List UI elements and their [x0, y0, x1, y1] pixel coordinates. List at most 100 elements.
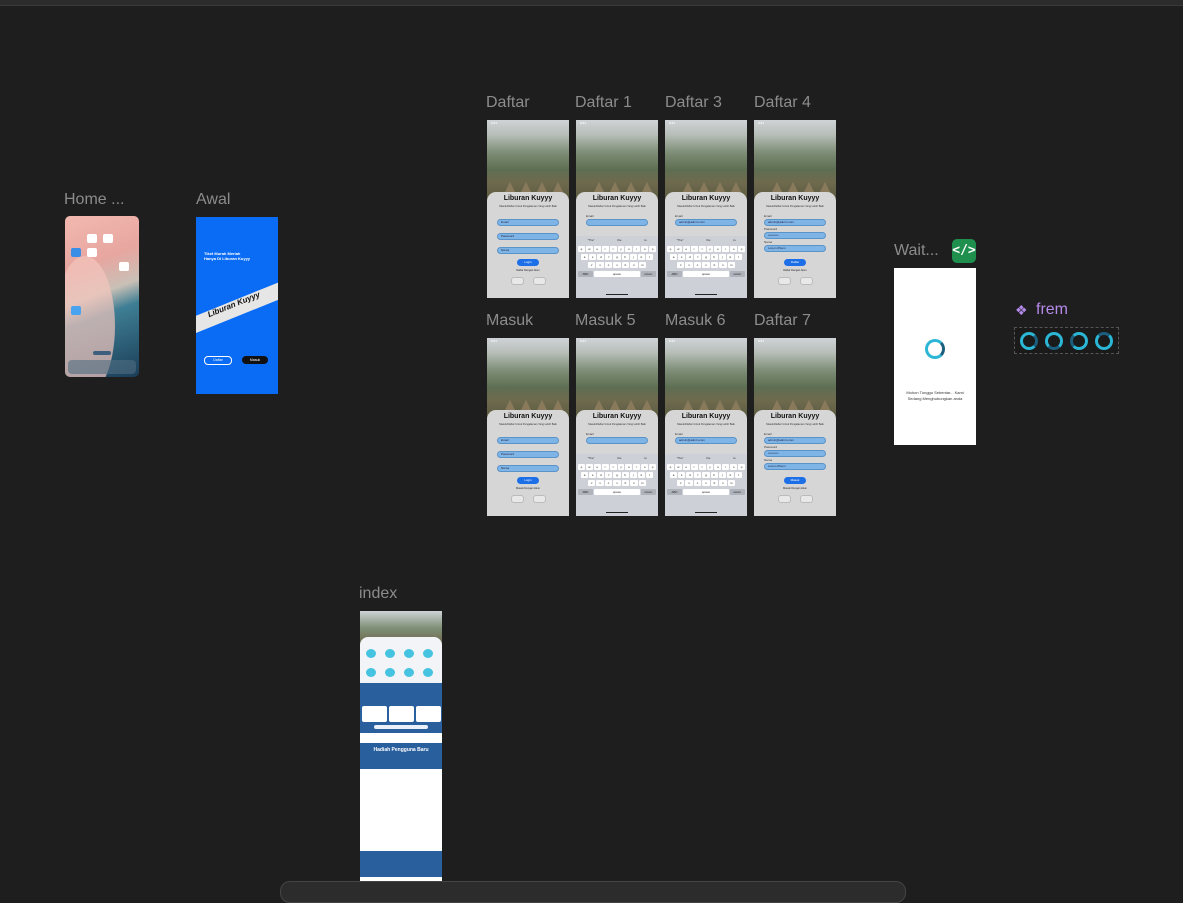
keyboard[interactable]: "The" the to qwertyuiop asdfghjkl zxcvbnm …	[576, 236, 658, 298]
frame-masuk-5[interactable]: 9:41 Liburan Kuyyy Masuk/Daftar Untuk Pe…	[576, 338, 658, 516]
app-icon[interactable]	[87, 262, 97, 271]
keyboard-row-2[interactable]: asdfghjkl	[581, 254, 653, 260]
search-pill[interactable]	[93, 351, 111, 355]
frame-label-daftar[interactable]: Daftar	[486, 94, 530, 112]
frame-daftar-1[interactable]: 9:41 Liburan Kuyyy Masuk/Daftar Untuk Pe…	[576, 120, 658, 298]
keyboard-row-2[interactable]: asdfghjkl	[581, 472, 653, 478]
keyboard-row-1[interactable]: qwertyuiop	[578, 246, 657, 252]
frame-masuk[interactable]: 9:41 Liburan Kuyyy Masuk/Daftar Untuk Pe…	[487, 338, 569, 516]
email-field[interactable]: admin@admin.com	[764, 219, 826, 226]
app-icon[interactable]	[87, 248, 97, 257]
name-field[interactable]: Nama	[497, 465, 559, 472]
email-field[interactable]: Email	[497, 437, 559, 444]
frame-masuk-6[interactable]: 9:41 Liburan Kuyyy Masuk/Daftar Untuk Pe…	[665, 338, 747, 516]
login-button[interactable]: Login	[517, 477, 539, 484]
keyboard-row-4[interactable]: ABC space return	[578, 271, 656, 277]
app-icon[interactable]	[71, 234, 81, 243]
name-field[interactable]: Lorem iPsum	[764, 463, 826, 470]
facebook-button[interactable]	[533, 495, 546, 503]
keyboard-row-1[interactable]: qwertyuiop	[578, 464, 657, 470]
name-field[interactable]: Nama	[497, 247, 559, 254]
category-icon[interactable]	[366, 649, 376, 658]
email-field[interactable]: Email	[497, 219, 559, 226]
keyboard-row-3[interactable]: zxcvbnm	[677, 262, 735, 268]
facebook-button[interactable]	[800, 495, 813, 503]
email-field[interactable]	[586, 437, 648, 444]
keyboard-row-2[interactable]: asdfghjkl	[670, 472, 742, 478]
code-brackets-icon[interactable]: </>	[952, 239, 976, 263]
keyboard-suggestions[interactable]: "The" the to	[576, 238, 658, 242]
frame-daftar-7[interactable]: 9:41 Liburan Kuyyy Masuk/Daftar Untuk Pe…	[754, 338, 836, 516]
bottom-toolbar[interactable]	[280, 881, 906, 903]
daftar-button[interactable]: Daftar	[784, 259, 806, 266]
keyboard-row-3[interactable]: zxcvbnm	[588, 262, 646, 268]
frame-label-masuk6[interactable]: Masuk 6	[665, 312, 725, 330]
frame-wait[interactable]: Mohon Tunggu Sebentar... Kami Sedang Men…	[894, 268, 976, 445]
email-field[interactable]: admin@admin.com	[675, 219, 737, 226]
app-icon[interactable]	[103, 248, 113, 257]
frame-label-daftar3[interactable]: Daftar 3	[665, 94, 722, 112]
keyboard[interactable]: "The" the to qwertyuiop asdfghjkl zxcvbnm …	[665, 454, 747, 516]
frame-label-frem[interactable]: frem	[1036, 301, 1068, 319]
google-button[interactable]	[511, 495, 524, 503]
keyboard-row-1[interactable]: qwertyuiop	[667, 464, 746, 470]
frame-daftar-4[interactable]: 9:41 Liburan Kuyyy Masuk/Daftar Untuk Pe…	[754, 120, 836, 298]
google-button[interactable]	[511, 277, 524, 285]
promo-pill-button[interactable]	[374, 725, 428, 729]
keyboard-suggestions[interactable]: "The" the to	[576, 456, 658, 460]
login-button[interactable]: Login	[517, 259, 539, 266]
app-icon[interactable]	[119, 234, 129, 243]
keyboard-row-1[interactable]: qwertyuiop	[667, 246, 746, 252]
google-button[interactable]	[778, 495, 791, 503]
app-icon[interactable]	[103, 234, 113, 243]
facebook-button[interactable]	[533, 277, 546, 285]
promo-card[interactable]	[416, 706, 441, 722]
category-icon[interactable]	[404, 668, 414, 677]
frame-label-daftar4[interactable]: Daftar 4	[754, 94, 811, 112]
weather-widget[interactable]	[71, 306, 81, 315]
app-icon[interactable]	[119, 262, 129, 271]
frame-label-masuk[interactable]: Masuk	[486, 312, 533, 330]
awal-masuk-button[interactable]: Masuk	[242, 356, 268, 364]
frame-daftar[interactable]: 9:41 Liburan Kuyyy Masuk/Daftar Untuk Pe…	[487, 120, 569, 298]
frame-label-masuk5[interactable]: Masuk 5	[575, 312, 635, 330]
frame-home[interactable]	[65, 216, 139, 377]
app-icon[interactable]	[71, 248, 81, 257]
email-field[interactable]: admin@admin.com	[675, 437, 737, 444]
name-field[interactable]: Lorem iPsum	[764, 245, 826, 252]
category-icon[interactable]	[423, 668, 433, 677]
password-field[interactable]: Password	[497, 233, 559, 240]
awal-daftar-button[interactable]: Daftar	[204, 356, 232, 365]
password-field[interactable]: Password	[497, 451, 559, 458]
frame-label-home[interactable]: Home ...	[64, 191, 124, 209]
masuk-button[interactable]: Masuk	[784, 477, 806, 484]
frem-component[interactable]	[1014, 327, 1119, 354]
keyboard-row-3[interactable]: zxcvbnm	[677, 480, 735, 486]
frame-label-wait[interactable]: Wait...	[894, 242, 939, 260]
facebook-button[interactable]	[800, 277, 813, 285]
keyboard-row-4[interactable]: ABC space return	[667, 489, 745, 495]
email-field[interactable]: admin@admin.com	[764, 437, 826, 444]
category-icon[interactable]	[404, 649, 414, 658]
category-icon[interactable]	[423, 649, 433, 658]
category-icon[interactable]	[385, 668, 395, 677]
category-icon[interactable]	[366, 668, 376, 677]
app-icon[interactable]	[103, 262, 113, 271]
frame-daftar-3[interactable]: 9:41 Liburan Kuyyy Masuk/Daftar Untuk Pe…	[665, 120, 747, 298]
category-icons[interactable]	[366, 649, 438, 677]
app-icon[interactable]	[71, 262, 81, 271]
keyboard[interactable]: "The" the to qwertyuiop asdfghjkl zxcvbnm …	[665, 236, 747, 298]
keyboard-row-4[interactable]: ABC space return	[578, 489, 656, 495]
keyboard-row-4[interactable]: ABC space return	[667, 271, 745, 277]
keyboard-suggestions[interactable]: "The" the to	[665, 238, 747, 242]
frame-awal[interactable]: Tiket Murah Meriah Hanya Di Liburan Kuyy…	[196, 217, 278, 394]
keyboard-row-2[interactable]: asdfghjkl	[670, 254, 742, 260]
frame-label-index[interactable]: index	[359, 585, 397, 603]
google-button[interactable]	[778, 277, 791, 285]
app-icon[interactable]	[87, 234, 97, 243]
bottom-nav[interactable]	[360, 851, 442, 877]
keyboard-suggestions[interactable]: "The" the to	[665, 456, 747, 460]
category-icon[interactable]	[385, 649, 395, 658]
keyboard[interactable]: "The" the to qwertyuiop asdfghjkl zxcvbnm …	[576, 454, 658, 516]
app-icon[interactable]	[119, 248, 129, 257]
